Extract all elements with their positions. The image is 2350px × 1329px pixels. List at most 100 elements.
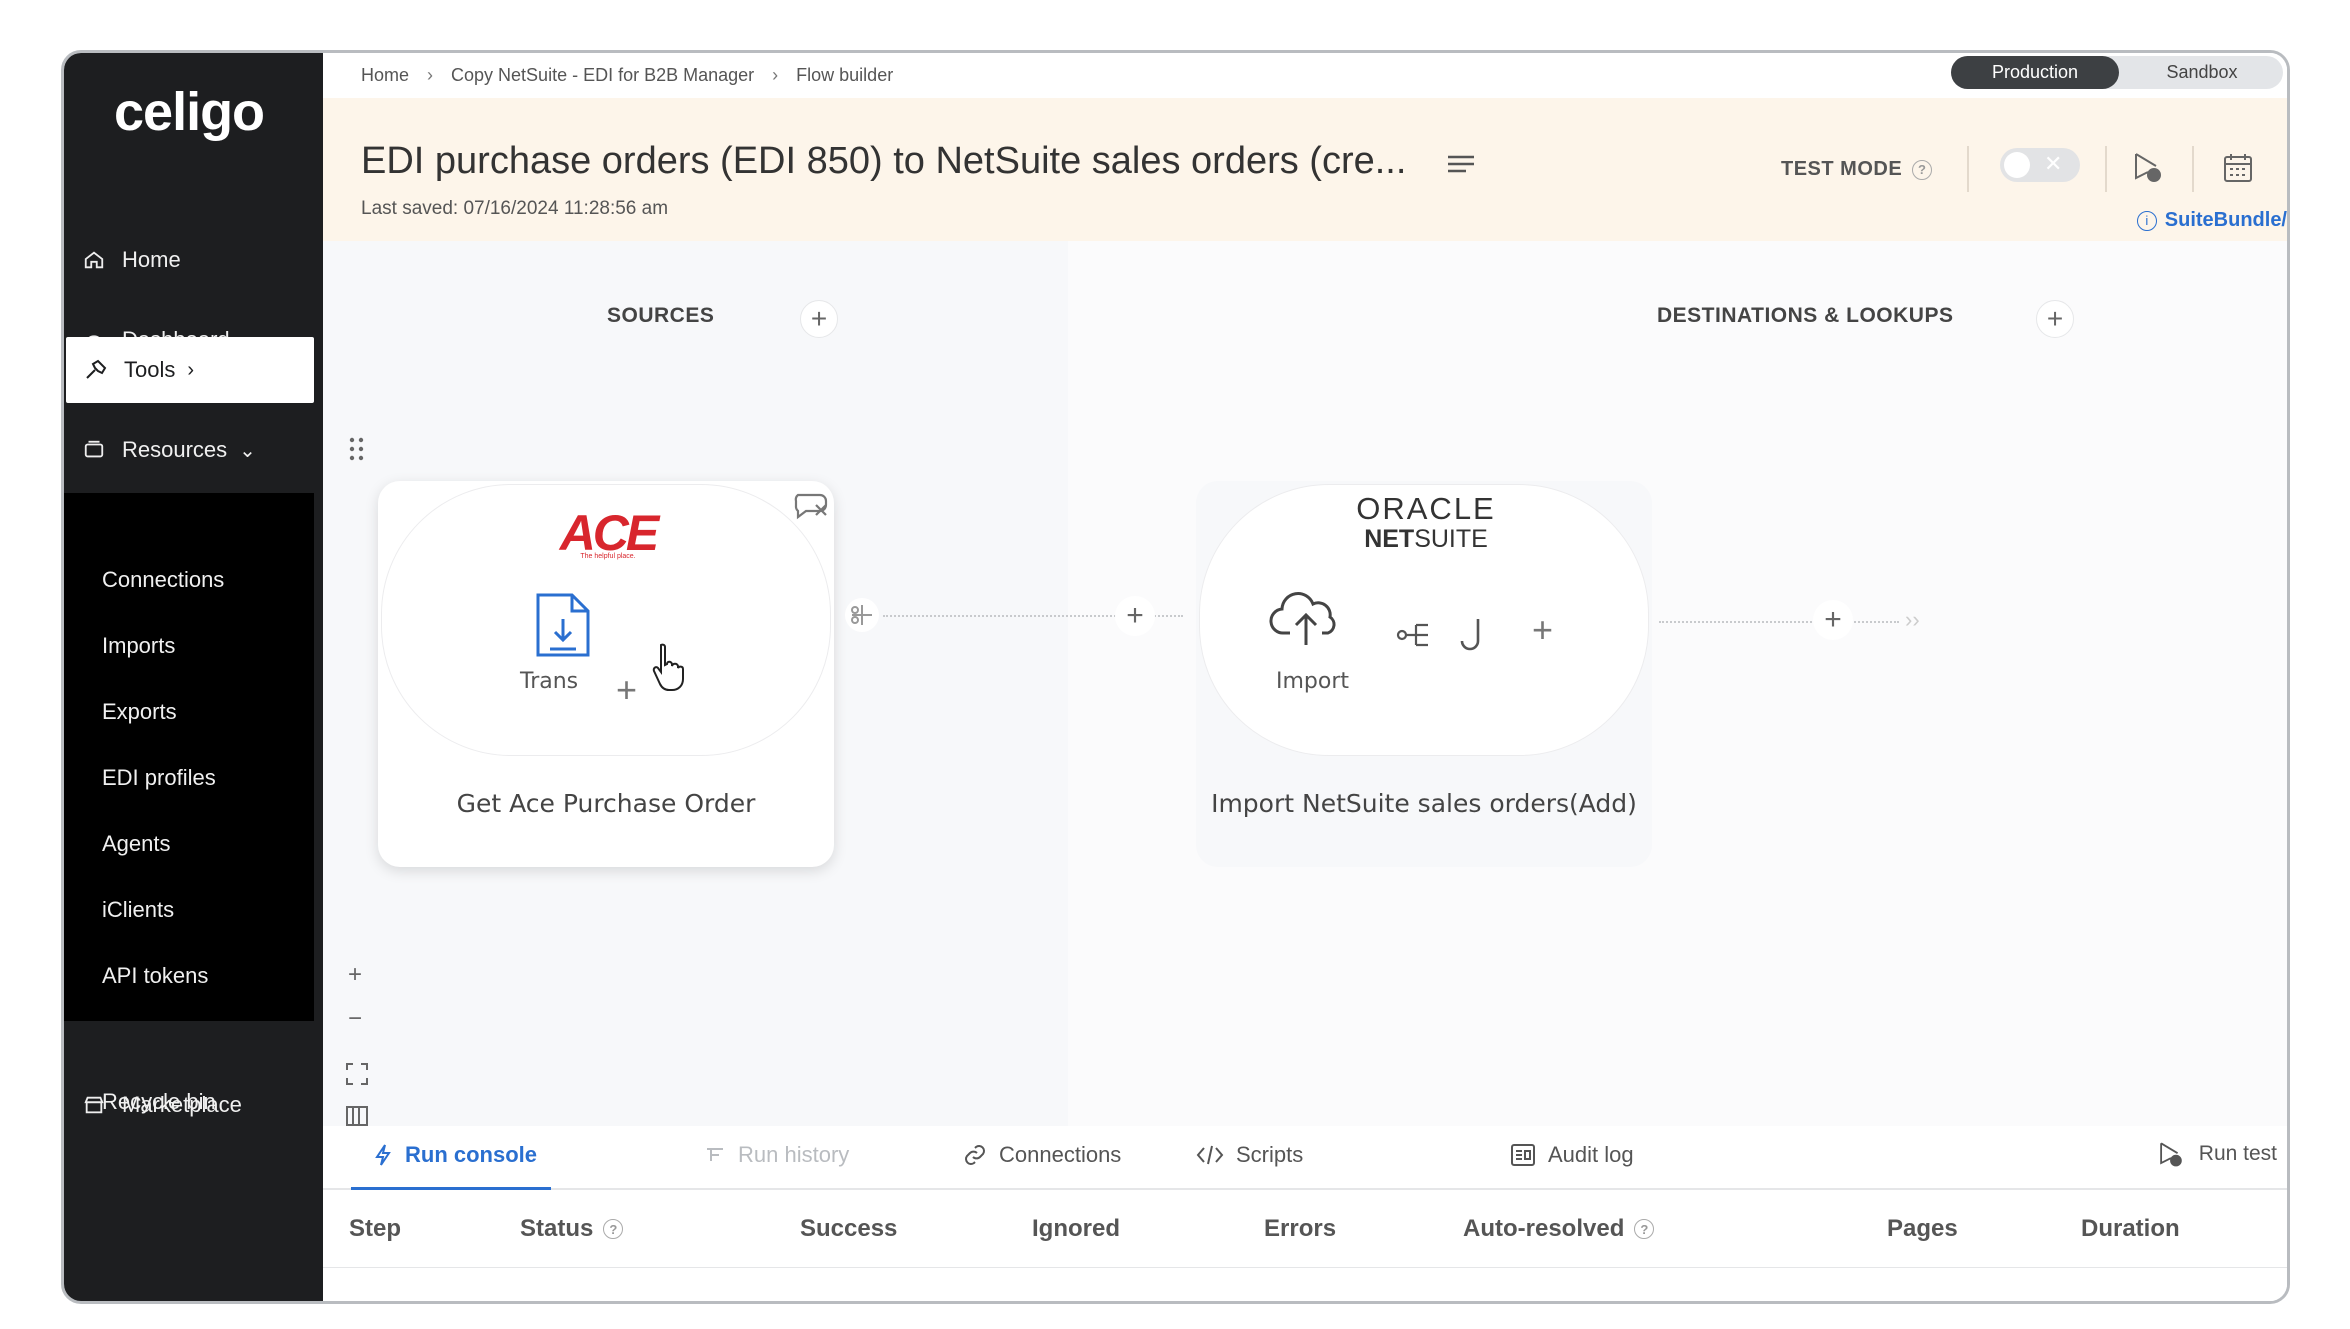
add-step-between-button[interactable]: + (1115, 596, 1155, 636)
code-icon (1196, 1144, 1224, 1166)
oracle-netsuite-logo: ORACLE NETSUITE (1336, 491, 1516, 554)
flow-connector-line (1659, 621, 1899, 623)
transfer-icon[interactable] (532, 589, 594, 666)
tab-run-console[interactable]: Run console (373, 1142, 537, 1168)
comment-icon[interactable] (792, 491, 832, 526)
bolt-icon (373, 1143, 393, 1167)
tab-label: Run console (405, 1142, 538, 1167)
main-area: Home › Copy NetSuite - EDI for B2B Manag… (323, 53, 2287, 1301)
sidebar-item-home[interactable]: Home (64, 227, 314, 293)
netsuite-logo-rest: SUITE (1414, 525, 1488, 553)
run-console-panel: Run console Run history Connections Scri… (323, 1126, 2287, 1301)
transfer-step-label: Trans (520, 669, 579, 694)
help-icon[interactable]: ? (603, 1219, 624, 1239)
column-auto-resolved: Auto-resolved? (1463, 1215, 1655, 1243)
branching-icon[interactable] (845, 598, 879, 632)
submenu-item-agents[interactable]: Agents (102, 831, 171, 857)
tab-run-history[interactable]: Run history (704, 1142, 849, 1168)
sidebar-item-tools[interactable]: Tools › (66, 337, 314, 403)
sidebar-item-label: Home (122, 247, 181, 272)
tab-label: Audit log (1548, 1142, 1634, 1167)
mapping-icon[interactable] (1394, 615, 1434, 660)
marketplace-icon (82, 1093, 106, 1117)
flow-title[interactable]: EDI purchase orders (EDI 850) to NetSuit… (361, 140, 1406, 183)
sources-label: SOURCES (607, 304, 715, 327)
add-destination-step-button[interactable]: + (1813, 600, 1853, 640)
sidebar-item-resources[interactable]: Resources ⌄ (64, 417, 314, 483)
ace-logo-text: ACE (559, 505, 660, 561)
breadcrumb-flow-builder: Flow builder (796, 65, 894, 85)
zoom-out-button[interactable]: − (341, 1005, 369, 1033)
submenu-item-iclients[interactable]: iClients (102, 897, 174, 923)
console-tabs: Run console Run history Connections Scri… (323, 1126, 2287, 1190)
tab-label: Scripts (1236, 1142, 1304, 1167)
resources-icon (82, 438, 106, 462)
column-pages: Pages (1887, 1215, 1958, 1242)
submenu-item-imports[interactable]: Imports (102, 633, 175, 659)
run-test-label: Run test (2198, 1142, 2277, 1165)
sidebar-item-label: Resources (122, 437, 228, 462)
oracle-logo-text: ORACLE (1356, 491, 1496, 526)
add-step-button[interactable]: + (1532, 609, 1553, 651)
zoom-in-button[interactable]: + (341, 961, 369, 989)
divider (2105, 146, 2107, 192)
drag-handle-icon[interactable] (349, 437, 365, 468)
test-mode-text: TEST MODE (1781, 158, 1903, 180)
chevron-right-icon: › (772, 65, 779, 85)
close-icon: ✕ (2044, 151, 2063, 176)
destination-node-title[interactable]: Import NetSuite sales orders(Add) (1196, 789, 1652, 818)
breadcrumb-integration[interactable]: Copy NetSuite - EDI for B2B Manager (451, 65, 754, 86)
chevron-right-icon: › (427, 65, 434, 85)
tab-audit-log[interactable]: Audit log (1510, 1142, 1634, 1168)
app-window: celigo Home Dashboard Tools › Resources (61, 50, 2290, 1304)
link-icon (963, 1143, 987, 1167)
column-ignored: Ignored (1032, 1215, 1120, 1242)
column-status: Status? (520, 1215, 624, 1243)
submenu-item-connections[interactable]: Connections (102, 567, 224, 593)
add-step-button[interactable]: + (616, 669, 637, 711)
chevron-right-icon: › (187, 358, 195, 381)
test-mode-toggle[interactable]: ✕ (2000, 148, 2080, 182)
description-menu-icon[interactable] (1446, 153, 1476, 184)
tab-scripts[interactable]: Scripts (1196, 1142, 1303, 1168)
production-button[interactable]: Production (1951, 56, 2119, 89)
breadcrumb-home[interactable]: Home (361, 65, 409, 86)
tab-connections[interactable]: Connections (963, 1142, 1121, 1168)
source-node[interactable]: ACE The helpful place. Trans + Get Ace P… (378, 481, 834, 867)
sandbox-button[interactable]: Sandbox (2121, 56, 2283, 89)
fit-view-icon[interactable] (345, 1062, 369, 1091)
column-success: Success (800, 1215, 898, 1242)
divider (1967, 146, 1969, 192)
run-flow-icon[interactable] (2131, 150, 2165, 189)
submenu-item-exports[interactable]: Exports (102, 699, 177, 725)
flow-canvas[interactable]: SOURCES + DESTINATIONS & LOOKUPS + ACE T… (323, 241, 2287, 1126)
column-duration: Duration (2081, 1215, 2180, 1242)
suitebundle-link[interactable]: i SuiteBundle/ (2136, 209, 2287, 232)
environment-toggle: Production Sandbox (1951, 56, 2283, 89)
sidebar: celigo Home Dashboard Tools › Resources (64, 53, 323, 1301)
help-icon[interactable]: ? (1912, 159, 1933, 180)
history-icon (704, 1144, 726, 1166)
help-icon[interactable]: ? (1634, 1219, 1655, 1239)
submenu-item-edi-profiles[interactable]: EDI profiles (102, 765, 216, 791)
celigo-logo[interactable]: celigo (114, 81, 265, 143)
run-test-button[interactable]: Run test (2157, 1140, 2277, 1168)
last-saved-text: Last saved: 07/16/2024 11:28:56 am (361, 198, 669, 219)
info-icon: i (2136, 210, 2157, 231)
hook-icon[interactable] (1458, 615, 1488, 660)
schedule-calendar-icon[interactable] (2222, 152, 2254, 189)
tab-label: Connections (999, 1142, 1122, 1167)
column-auto-resolved-label: Auto-resolved (1463, 1215, 1625, 1242)
upload-cloud-icon[interactable] (1268, 585, 1344, 654)
ace-logo: ACE The helpful place. (556, 505, 660, 561)
source-node-title[interactable]: Get Ace Purchase Order (378, 789, 834, 818)
flow-header: EDI purchase orders (EDI 850) to NetSuit… (323, 98, 2287, 241)
destination-node[interactable]: ORACLE NETSUITE Import + Import NetSuite… (1196, 481, 1652, 867)
divider (2192, 146, 2194, 192)
resources-submenu: Connections Imports Exports EDI profiles… (64, 493, 314, 1021)
sidebar-item-marketplace[interactable]: Marketplace (64, 1072, 314, 1138)
submenu-item-api-tokens[interactable]: API tokens (102, 963, 208, 989)
add-source-button[interactable]: + (800, 300, 838, 338)
home-icon (82, 248, 106, 272)
add-destination-button[interactable]: + (2036, 300, 2074, 338)
